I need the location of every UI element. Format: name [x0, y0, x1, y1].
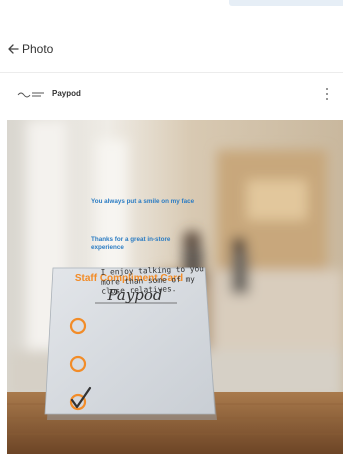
top-tab	[229, 0, 343, 6]
card-item-2: Thanks for a great in-store experience	[91, 236, 171, 251]
post-photo: Staff Compliment Card Paypod You always …	[7, 120, 343, 454]
more-vertical-icon[interactable]	[322, 85, 332, 105]
arrow-left-icon[interactable]	[6, 41, 22, 57]
account-logo	[17, 92, 44, 98]
card-item-3-handwritten: I enjoy talking to you more than some of…	[100, 264, 205, 296]
post-header: Paypod	[0, 80, 343, 110]
card-item-1: You always put a smile on my face	[91, 198, 195, 205]
account-name[interactable]: Paypod	[52, 88, 81, 100]
divider	[0, 72, 343, 73]
status-strip	[0, 0, 343, 12]
page-title: Photo	[22, 42, 54, 56]
top-bar: Photo	[0, 36, 343, 62]
